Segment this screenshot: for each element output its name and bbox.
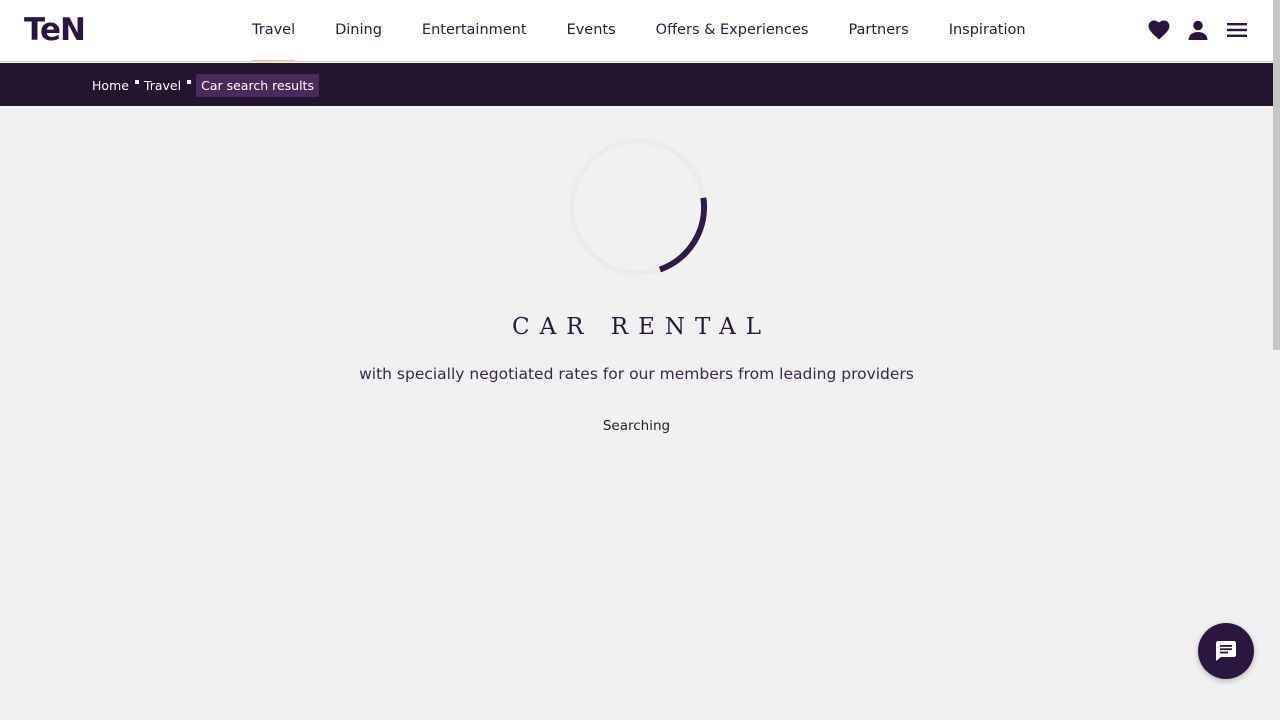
search-status: Searching: [602, 418, 671, 434]
header-icons: [1147, 17, 1249, 43]
hamburger-menu-icon: [1227, 23, 1247, 37]
nav-item-inspiration[interactable]: Inspiration: [929, 0, 1046, 62]
breadcrumb-travel[interactable]: Travel: [144, 78, 181, 93]
nav-item-events[interactable]: Events: [547, 0, 636, 62]
account-button[interactable]: [1186, 17, 1210, 43]
breadcrumb: Home Travel Car search results: [92, 73, 319, 97]
page-title: CAR RENTAL: [511, 314, 772, 340]
chat-icon: [1216, 641, 1236, 661]
nav-item-partners[interactable]: Partners: [828, 0, 928, 62]
breadcrumb-separator: [187, 80, 192, 84]
user-icon: [1188, 20, 1208, 40]
loading-spinner: [569, 138, 707, 276]
main-nav: Travel Dining Entertainment Events Offer…: [232, 0, 1046, 62]
breadcrumb-bar: Home Travel Car search results: [0, 63, 1273, 106]
breadcrumb-current: Car search results: [196, 73, 319, 97]
scrollbar-thumb[interactable]: [1273, 0, 1280, 350]
menu-button[interactable]: [1225, 17, 1249, 43]
logo[interactable]: TeN: [24, 13, 86, 47]
scrollbar[interactable]: [1273, 0, 1280, 720]
chat-button[interactable]: [1198, 623, 1254, 679]
nav-item-entertainment[interactable]: Entertainment: [402, 0, 547, 62]
nav-item-dining[interactable]: Dining: [315, 0, 402, 62]
nav-item-travel[interactable]: Travel: [232, 0, 315, 62]
nav-item-offers-experiences[interactable]: Offers & Experiences: [636, 0, 829, 62]
page-subtitle: with specially negotiated rates for our …: [359, 365, 914, 383]
heart-icon: [1148, 20, 1170, 40]
favorites-button[interactable]: [1147, 17, 1171, 43]
site-header: TeN Travel Dining Entertainment Events O…: [0, 0, 1273, 62]
breadcrumb-home[interactable]: Home: [92, 78, 129, 93]
breadcrumb-separator: [134, 80, 139, 84]
